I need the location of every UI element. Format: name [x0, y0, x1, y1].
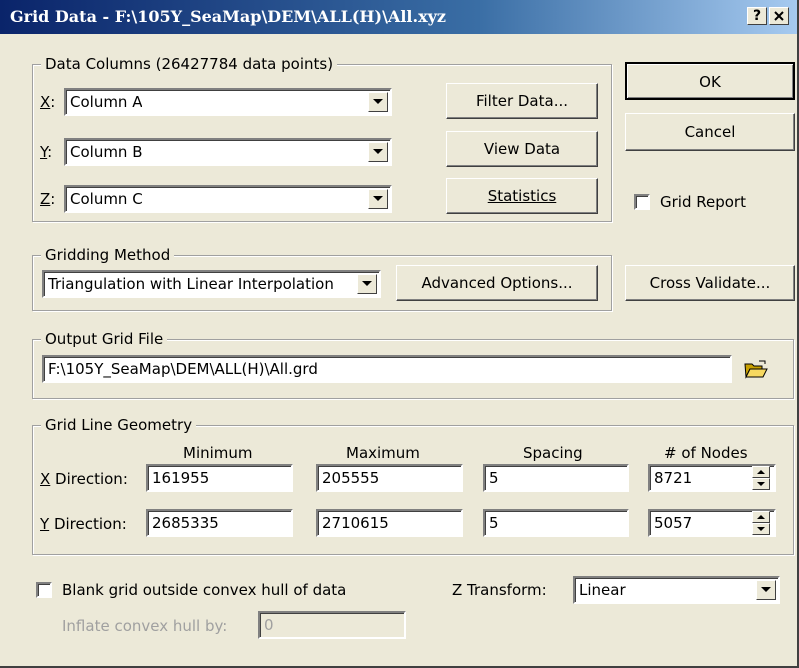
- y-nodes-up[interactable]: [752, 511, 770, 523]
- folder-open-icon-svg: [744, 360, 768, 379]
- cancel-button[interactable]: Cancel: [625, 113, 795, 151]
- blank-grid-label: Blank grid outside convex hull of data: [62, 581, 347, 599]
- x-direction-label: X Direction:: [40, 470, 128, 488]
- statistics-label: Statistics: [487, 187, 557, 205]
- data-columns-legend: Data Columns (26427784 data points): [41, 55, 338, 73]
- nodes-header: # of Nodes: [664, 444, 748, 462]
- x-column-value: Column A: [70, 93, 143, 111]
- filter-data-button[interactable]: Filter Data...: [446, 83, 598, 119]
- y-spacing-field[interactable]: 5: [483, 509, 629, 537]
- advanced-options-button[interactable]: Advanced Options...: [396, 265, 598, 301]
- chevron-down-icon: [373, 196, 383, 201]
- x-column-label: X:: [40, 93, 56, 111]
- chevron-down-icon: [373, 149, 383, 154]
- y-minimum-field[interactable]: 2685335: [146, 509, 293, 537]
- chevron-down-icon: [757, 482, 765, 486]
- view-data-button[interactable]: View Data: [446, 131, 598, 167]
- gridding-method-dropdown-arrow[interactable]: [357, 274, 377, 294]
- inflate-label: Inflate convex hull by:: [62, 617, 228, 635]
- output-grid-path-field[interactable]: F:\105Y_SeaMap\DEM\ALL(H)\All.grd: [42, 355, 732, 383]
- maximum-header: Maximum: [346, 444, 420, 462]
- close-button[interactable]: [769, 7, 789, 25]
- window-title: Grid Data - F:\105Y_SeaMap\DEM\ALL(H)\Al…: [10, 7, 446, 26]
- x-nodes-down[interactable]: [752, 478, 770, 490]
- blank-grid-checkbox[interactable]: [36, 582, 52, 598]
- z-column-select[interactable]: Column C: [64, 185, 392, 213]
- x-maximum-field[interactable]: 205555: [316, 464, 463, 492]
- y-column-label: Y:: [40, 143, 53, 161]
- chevron-up-icon: [757, 470, 765, 474]
- chevron-down-icon: [757, 527, 765, 531]
- y-column-value: Column B: [70, 143, 143, 161]
- grid-geometry-legend: Grid Line Geometry: [41, 416, 197, 434]
- x-column-select[interactable]: Column A: [64, 88, 392, 116]
- output-grid-legend: Output Grid File: [41, 330, 168, 348]
- ok-button[interactable]: OK: [625, 62, 795, 100]
- statistics-button[interactable]: Statistics: [446, 178, 598, 214]
- y-column-dropdown-arrow[interactable]: [368, 142, 388, 162]
- z-transform-value: Linear: [579, 581, 626, 599]
- close-icon: [774, 11, 784, 21]
- gridding-method-legend: Gridding Method: [41, 246, 175, 264]
- z-transform-dropdown-arrow[interactable]: [756, 580, 776, 600]
- chevron-up-icon: [757, 515, 765, 519]
- x-spacing-field[interactable]: 5: [483, 464, 629, 492]
- title-bar[interactable]: Grid Data - F:\105Y_SeaMap\DEM\ALL(H)\Al…: [0, 0, 797, 34]
- y-nodes-spinner[interactable]: [752, 511, 770, 535]
- y-column-select[interactable]: Column B: [64, 138, 392, 166]
- gridding-method-value: Triangulation with Linear Interpolation: [48, 275, 334, 293]
- help-button[interactable]: ?: [747, 7, 767, 25]
- spacing-header: Spacing: [523, 444, 583, 462]
- y-maximum-field[interactable]: 2710615: [316, 509, 463, 537]
- z-transform-label: Z Transform:: [452, 581, 547, 599]
- grid-report-checkbox[interactable]: [634, 194, 650, 210]
- minimum-header: Minimum: [183, 444, 253, 462]
- chevron-down-icon: [373, 99, 383, 104]
- folder-open-icon[interactable]: [744, 360, 768, 380]
- x-minimum-field[interactable]: 161955: [146, 464, 293, 492]
- chevron-down-icon: [761, 587, 771, 592]
- x-nodes-up[interactable]: [752, 466, 770, 478]
- z-column-value: Column C: [70, 190, 143, 208]
- z-transform-select[interactable]: Linear: [573, 576, 780, 604]
- z-column-dropdown-arrow[interactable]: [368, 189, 388, 209]
- y-nodes-down[interactable]: [752, 523, 770, 535]
- x-nodes-spinner[interactable]: [752, 466, 770, 490]
- y-direction-label: Y Direction:: [40, 515, 127, 533]
- grid-data-dialog: Grid Data - F:\105Y_SeaMap\DEM\ALL(H)\Al…: [0, 0, 799, 668]
- x-column-dropdown-arrow[interactable]: [368, 92, 388, 112]
- gridding-method-select[interactable]: Triangulation with Linear Interpolation: [42, 270, 381, 298]
- chevron-down-icon: [362, 281, 372, 286]
- grid-report-label: Grid Report: [660, 193, 746, 211]
- inflate-field[interactable]: 0: [258, 611, 406, 639]
- z-column-label: Z:: [40, 190, 56, 208]
- cross-validate-button[interactable]: Cross Validate...: [625, 265, 795, 301]
